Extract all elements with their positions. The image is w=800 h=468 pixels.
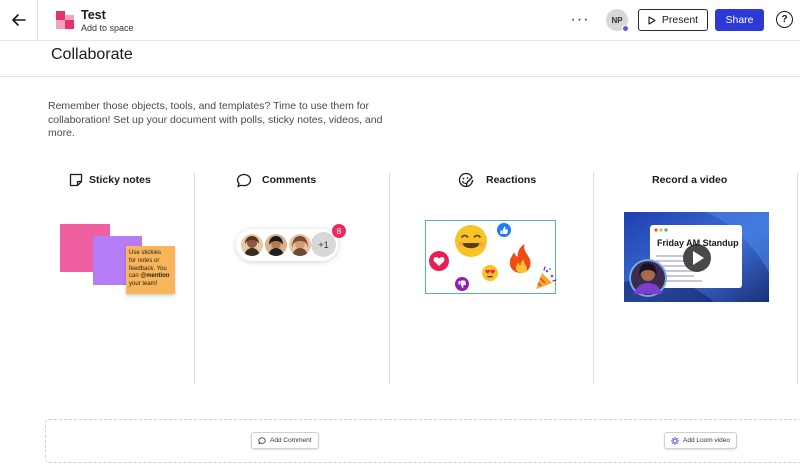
column-divider xyxy=(194,172,195,384)
column-divider xyxy=(389,172,390,384)
add-loom-video-label: Add Loom video xyxy=(683,437,730,444)
add-to-space-link[interactable]: Add to space xyxy=(81,23,134,33)
column-divider xyxy=(797,172,798,384)
thumbs-down-icon xyxy=(455,277,469,291)
column-header-comments: Comments xyxy=(236,172,316,188)
comment-bubble-icon xyxy=(258,436,266,445)
emoji-sticker-icon xyxy=(458,172,474,188)
notification-badge: 8 xyxy=(331,223,347,239)
top-bar: Test Add to space ··· NP Present Share ? xyxy=(0,0,800,41)
column-header-reactions: Reactions xyxy=(458,172,536,188)
sticky-line: can @mention xyxy=(129,273,172,281)
heart-icon xyxy=(429,251,449,271)
document-title[interactable]: Test xyxy=(81,8,106,22)
avatar[interactable]: NP xyxy=(606,9,629,32)
video-title: Friday AM Standup xyxy=(657,238,739,248)
present-label: Present xyxy=(661,14,699,26)
loom-icon xyxy=(671,436,679,445)
video-thumbnail-artwork xyxy=(624,212,769,302)
party-popper-icon xyxy=(536,266,557,289)
sticky-line-text: can xyxy=(129,273,141,280)
add-loom-video-button[interactable]: Add Loom video xyxy=(664,432,737,449)
section-title[interactable]: Collaborate xyxy=(51,46,133,64)
present-button[interactable]: Present xyxy=(638,9,708,31)
document-logo-icon xyxy=(56,11,74,29)
sticky-line: feedback. You xyxy=(129,265,167,272)
more-options-icon[interactable]: ··· xyxy=(571,11,589,29)
video-preview[interactable]: Friday AM Standup xyxy=(624,212,769,302)
column-header-sticky-notes: Sticky notes xyxy=(69,172,151,188)
share-button[interactable]: Share xyxy=(715,9,764,31)
column-label: Comments xyxy=(262,174,317,186)
avatar xyxy=(265,234,287,256)
presence-dot xyxy=(622,25,629,32)
column-label: Record a video xyxy=(652,174,728,186)
back-button[interactable] xyxy=(0,0,38,40)
comment-bubble-icon xyxy=(236,173,252,187)
column-header-record-video: Record a video xyxy=(652,172,727,188)
column-label: Sticky notes xyxy=(89,174,151,186)
mention-text: @mention xyxy=(140,273,170,280)
avatar xyxy=(241,234,263,256)
thumbs-up-icon xyxy=(497,223,511,237)
avatar-initials: NP xyxy=(611,15,623,25)
reactions-preview[interactable] xyxy=(425,220,557,294)
intro-text[interactable]: Remember those objects, tools, and templ… xyxy=(48,100,408,141)
avatar xyxy=(289,234,311,256)
column-label: Reactions xyxy=(486,174,537,186)
add-comment-label: Add Comment xyxy=(270,437,312,444)
help-icon[interactable]: ? xyxy=(776,11,793,28)
add-comment-button[interactable]: Add Comment xyxy=(251,432,319,449)
smiling-face-icon xyxy=(455,225,487,257)
sticky-line: for notes or xyxy=(129,257,160,264)
sticky-note-icon xyxy=(69,173,83,187)
sticky-line: your team! xyxy=(129,281,158,288)
column-divider xyxy=(593,172,594,384)
play-outline-icon xyxy=(648,15,656,25)
reactions-artwork xyxy=(429,223,557,291)
heart-eyes-face-icon xyxy=(482,265,498,281)
sticky-line: Use stickies xyxy=(129,250,162,256)
sticky-note-orange[interactable]: Use stickies for notes or feedback. You … xyxy=(126,246,175,294)
arrow-left-icon xyxy=(11,14,26,26)
title-divider xyxy=(0,76,800,77)
fire-icon xyxy=(509,244,531,273)
